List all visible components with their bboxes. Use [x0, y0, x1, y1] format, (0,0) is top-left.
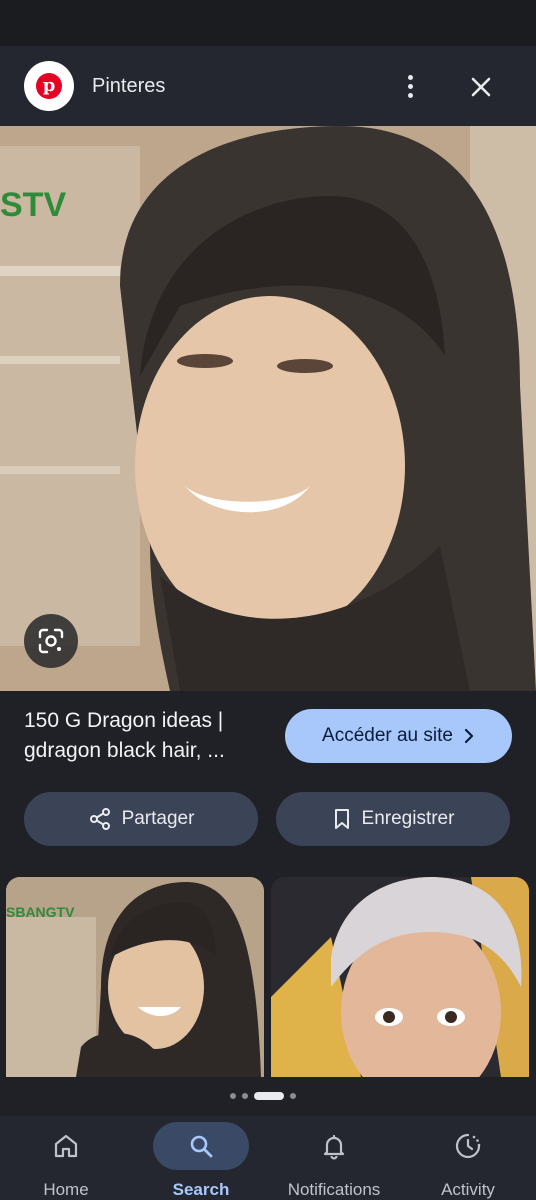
nav-home-label: Home	[43, 1180, 89, 1199]
nav-search[interactable]: Search	[153, 1116, 249, 1200]
carousel-dot	[290, 1093, 296, 1099]
carousel-indicator	[230, 1092, 296, 1100]
result-title: 150 G Dragon ideas | gdragon black hair,…	[24, 706, 272, 766]
nav-notifications-label: Notifications	[287, 1180, 381, 1199]
pinterest-logo-letter: p	[36, 73, 62, 99]
result-title-line2: gdragon black hair, ...	[24, 739, 225, 762]
site-name: Pinteres	[92, 74, 166, 97]
visit-site-label: Accéder au site	[322, 725, 453, 746]
save-label: Enregistrer	[361, 808, 455, 829]
thumb1-watermark: SBANGTV	[6, 904, 75, 920]
hero-image[interactable]: STV	[0, 126, 536, 691]
related-image-2[interactable]	[271, 877, 529, 1077]
chevron-right-icon	[464, 728, 474, 744]
source-header: p Pinteres	[0, 46, 536, 126]
close-icon[interactable]	[462, 68, 500, 106]
bottom-navigation: Home Search Notifications Activity	[0, 1116, 536, 1200]
home-icon	[54, 1134, 78, 1158]
pinterest-logo: p	[24, 61, 74, 111]
share-label: Partager	[121, 808, 195, 829]
share-button[interactable]: Partager	[24, 792, 258, 846]
nav-home[interactable]: Home	[18, 1116, 114, 1200]
save-button[interactable]: Enregistrer	[276, 792, 510, 846]
search-icon	[190, 1135, 213, 1158]
nav-activity-label: Activity	[441, 1180, 495, 1199]
nav-search-label: Search	[172, 1180, 230, 1199]
carousel-dot-active	[254, 1092, 284, 1100]
nav-notifications[interactable]: Notifications	[276, 1116, 392, 1200]
result-title-line1: 150 G Dragon ideas |	[24, 709, 224, 732]
more-options-icon[interactable]	[392, 68, 428, 104]
visit-site-button[interactable]: Accéder au site	[285, 709, 512, 763]
carousel-dot	[230, 1093, 236, 1099]
activity-icon	[455, 1133, 481, 1159]
carousel-dot	[242, 1093, 248, 1099]
hero-watermark: STV	[0, 186, 66, 224]
share-icon	[89, 808, 110, 830]
google-lens-icon[interactable]	[24, 614, 78, 668]
bookmark-icon	[334, 809, 349, 829]
status-bar	[0, 0, 536, 46]
related-image-1[interactable]: SBANGTV	[6, 877, 264, 1077]
bell-icon	[323, 1134, 345, 1160]
nav-activity[interactable]: Activity	[420, 1116, 516, 1200]
